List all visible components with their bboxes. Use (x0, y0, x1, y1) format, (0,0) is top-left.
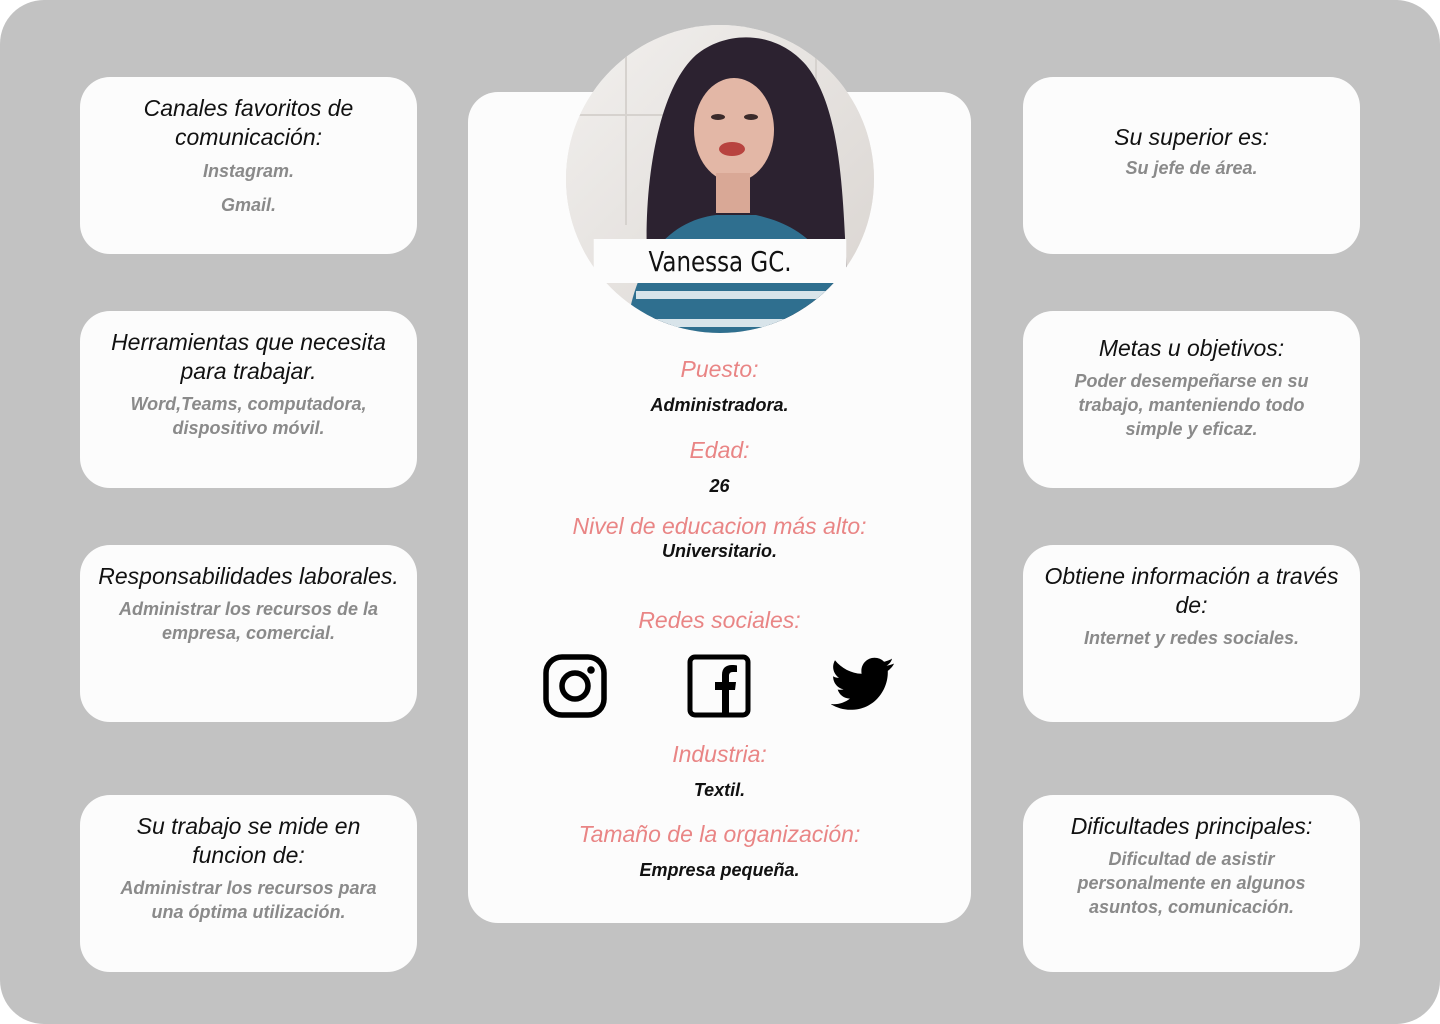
card-body: Instagram. Gmail. (98, 154, 399, 222)
card-body-line: personalmente en algunos (1077, 873, 1306, 893)
educacion-label: Nivel de educacion más alto: (572, 513, 867, 539)
card-herramientas: Herramientas que necesita para trabajar.… (80, 311, 417, 488)
card-body: Dificultad de asistir personalmente en a… (1041, 847, 1342, 919)
profile-name: Vanessa GC. (593, 239, 847, 283)
card-body-line: una óptima utilización. (151, 902, 346, 922)
card-body: Internet y redes sociales. (1041, 626, 1342, 650)
card-dificultades: Dificultades principales: Dificultad de … (1023, 795, 1360, 972)
card-title: Obtiene información a través de: (1044, 563, 1339, 618)
card-body: Administrar los recursos de la empresa, … (98, 597, 399, 645)
card-body-line: empresa, comercial. (161, 623, 336, 643)
facebook-icon[interactable] (687, 654, 751, 718)
card-body: Administrar los recursos para una óptima… (98, 876, 399, 924)
card-title: Herramientas que necesita para trabajar. (111, 329, 386, 384)
puesto-label: Puesto: (680, 356, 759, 382)
edad-label: Edad: (689, 437, 750, 463)
card-title: Dificultades principales: (1070, 813, 1313, 839)
card-body-line: Gmail. (220, 195, 277, 215)
card-body-line: dispositivo móvil. (172, 418, 325, 438)
card-title: Canales favoritos de comunicación: (143, 95, 354, 150)
card-body: Su jefe de área. (1041, 156, 1342, 180)
profile-photo-illustration (566, 25, 874, 333)
card-body-line: Su jefe de área. (1125, 158, 1258, 178)
card-body: Word,Teams, computadora, dispositivo móv… (98, 392, 399, 440)
card-superior: Su superior es: Su jefe de área. (1023, 77, 1360, 254)
card-metas: Metas u objetivos: Poder desempeñarse en… (1023, 311, 1360, 488)
instagram-icon[interactable] (543, 654, 607, 718)
twitter-icon[interactable] (831, 657, 895, 713)
edad-value: 26 (709, 476, 730, 496)
card-title: Su trabajo se mide en funcion de: (136, 813, 361, 868)
card-body-line: simple y eficaz. (1125, 419, 1258, 439)
card-body-line: Internet y redes sociales. (1083, 628, 1300, 648)
industria-value: Textil. (693, 780, 746, 800)
card-responsabilidades: Responsabilidades laborales. Administrar… (80, 545, 417, 722)
card-title: Responsabilidades laborales. (98, 563, 399, 589)
card-medicion: Su trabajo se mide en funcion de: Admini… (80, 795, 417, 972)
card-body-line: Administrar los recursos para (120, 878, 377, 898)
card-title: Su superior es: (1114, 124, 1269, 150)
tamano-label: Tamaño de la organización: (578, 821, 861, 847)
card-canales: Canales favoritos de comunicación: Insta… (80, 77, 417, 254)
puesto-value: Administradora. (650, 395, 789, 415)
educacion-value: Universitario. (661, 541, 778, 561)
card-body: Poder desempeñarse en su trabajo, manten… (1041, 369, 1342, 441)
card-body-line: Poder desempeñarse en su (1074, 371, 1309, 391)
industria-label: Industria: (672, 741, 767, 767)
card-informacion: Obtiene información a través de: Interne… (1023, 545, 1360, 722)
card-body-line: asuntos, comunicación. (1088, 897, 1295, 917)
card-title: Metas u objetivos: (1098, 335, 1285, 361)
card-body-line: Dificultad de asistir (1108, 849, 1275, 869)
profile-photo (566, 25, 874, 333)
card-body-line: Administrar los recursos de la (118, 599, 379, 619)
card-body-line: trabajo, manteniendo todo (1078, 395, 1305, 415)
card-body-line: Word,Teams, computadora, (130, 394, 367, 414)
tamano-value: Empresa pequeña. (639, 860, 800, 880)
card-body-line: Instagram. (202, 161, 295, 181)
redes-label: Redes sociales: (638, 607, 801, 633)
